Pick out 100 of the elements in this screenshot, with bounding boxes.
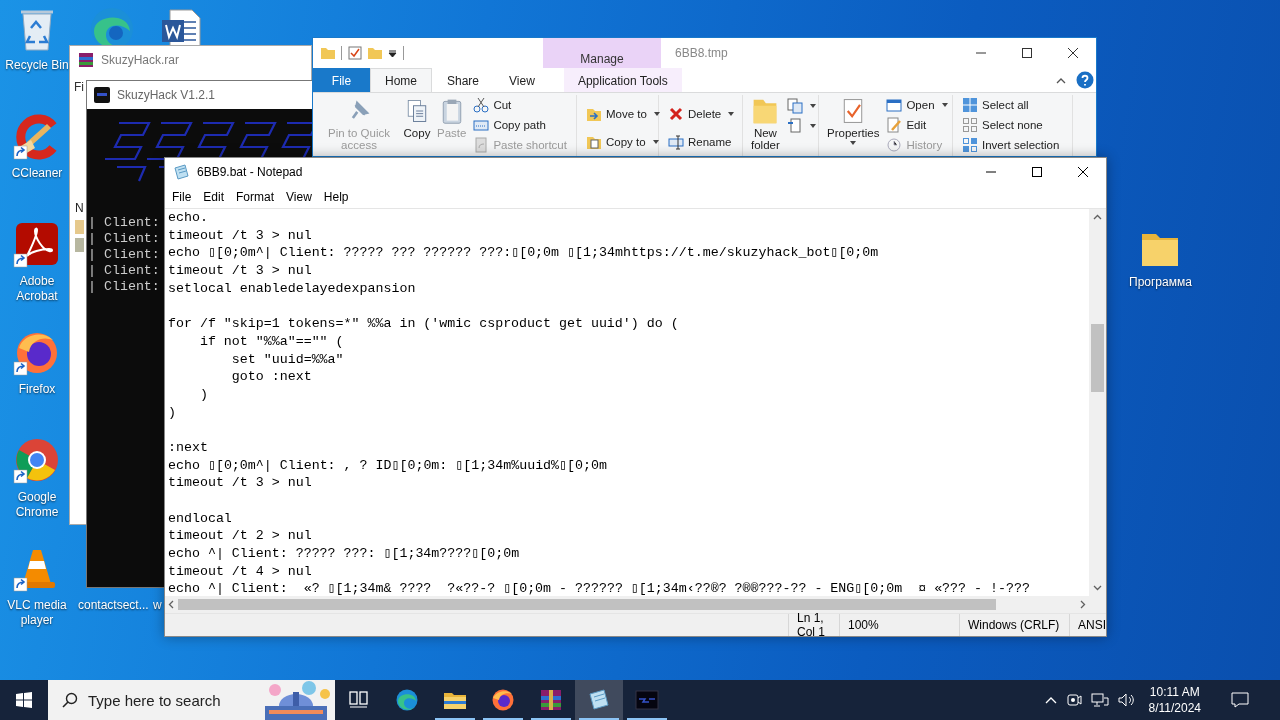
code-line: timeout /t 4 > nul [168,562,312,581]
window-title: SkuzyHack V1.2.1 [117,88,216,102]
documents-icon [786,98,803,114]
volume-icon[interactable] [1117,692,1136,708]
icon-label: Adobe Acrobat [15,274,59,304]
code-line: for /f "skip=1 tokens=*" %%a in ('wmic csproduct get uuid') do ( [168,315,679,333]
edit-icon [886,117,903,133]
menu-item[interactable]: Edit [197,190,231,204]
code-line: timeout /t 2 > nul [168,527,312,546]
code-line: :next [168,438,208,457]
icon-label: VLC media player [6,598,68,628]
icon-label: CCleaner [10,166,64,181]
history-icon [886,137,903,153]
checklist-icon[interactable] [348,46,362,60]
code-line: goto :next [230,368,312,386]
help-icon[interactable] [1076,71,1094,89]
open-icon [886,97,903,113]
document-icon [786,118,803,134]
status-text: Windows (CRLF) [959,614,1069,636]
console-icon [94,87,110,103]
icon-label: w [153,598,162,612]
notifications-icon [1231,692,1249,708]
code-line: echo. [168,209,208,227]
window-title: 6BB8.tmp [675,46,728,60]
taskbar-button[interactable] [575,680,623,720]
code-line: echo ▯[0;0m^| Client: , ? ID▯[0;0m: ▯[1;34m%uuid%▯[0;0m [168,456,607,475]
ribbon-tab[interactable]: View [494,68,550,92]
code-line: timeout /t 3 > nul [168,262,312,280]
code-line: echo ▯[0;0m^| Client: ????? ??? ?????? ???:▯[0;0m ▯[1;34mhttps://t.me/skuzyhack_bot▯[0;0m [168,244,879,263]
select-none-icon [962,117,978,133]
path-icon [473,117,490,133]
menu-item[interactable]: Fi [74,80,84,94]
menu-item[interactable]: File [166,190,198,204]
chrome-icon[interactable] [13,436,61,484]
code-line: endlocal [168,509,232,528]
ribbon-button[interactable]: Delete [665,100,738,128]
maximize-icon[interactable] [1031,166,1043,178]
ribbon-button[interactable]: Select all [959,95,1063,115]
ribbon-button[interactable]: Open [883,95,951,115]
ribbon-button[interactable]: Copy path [470,115,570,135]
ribbon-button[interactable]: Edit [883,115,951,135]
scrollbar-thumb[interactable] [178,599,996,610]
code-line: setlocal enabledelayedexpansion [168,279,416,298]
clock-time[interactable]: 10:11 AM [1149,684,1200,700]
clock-date[interactable]: 8/11/2024 [1148,700,1201,716]
menu-item[interactable]: Help [317,190,355,204]
scrollbar-thumb[interactable] [1091,324,1104,392]
rename-icon [668,134,684,150]
status-text: Ln 1, Col 1 [788,614,839,636]
ribbon-button[interactable]: Invert selection [959,135,1063,155]
move-folder-icon [586,106,602,122]
file-icon [75,238,84,252]
camera-icon[interactable] [1065,692,1082,708]
notepad-icon [587,688,611,712]
search-icon [62,692,78,708]
select-all-icon [962,97,978,113]
invert-selection-icon [962,137,978,153]
ribbon-tab[interactable]: Home [370,68,432,92]
archive-icon [539,688,563,712]
ribbon-tab[interactable]: Share [432,68,495,92]
window-title: 6BB9.bat - Notepad [197,165,303,179]
archive-icon [78,51,94,68]
chevron-up-icon[interactable] [1056,76,1066,84]
menu-item[interactable]: View [280,190,318,204]
shortcut-icon [473,137,490,153]
ribbon-tab[interactable]: File [313,68,370,92]
console-line: | Client: [88,279,160,295]
code-line: echo ^| Client: «? ▯[1;34m& ???? ?«??-? ▯[0;0m - ?????? ▯[1;34m‹??®? ?®®???-?? - ENG▯[0;0m ¤ «??? - !-??? [168,580,1030,596]
icon-label: Google Chrome [14,490,60,520]
ribbon-button[interactable]: Move to [583,100,663,128]
search-field[interactable]: Type here to search [78,680,257,720]
context-tab-label: Manage [580,52,624,66]
close-icon[interactable] [1067,47,1079,59]
menu-item[interactable]: Format [230,190,281,204]
console-line: | Client: [88,263,160,279]
console-line: | Client: [88,215,160,231]
dropdown-icon[interactable] [388,48,397,58]
network-icon[interactable] [1090,692,1109,708]
ribbon-button[interactable]: Copy to [583,128,663,156]
notepad-icon [173,164,189,180]
icon-label: Recycle Bin [4,58,70,73]
ribbon-tab[interactable]: Application Tools [563,68,682,92]
windows-logo-icon [16,692,32,708]
column-header[interactable]: N [75,201,84,215]
ribbon-button[interactable]: Cut [470,95,570,115]
icon-label: Программа [1129,275,1192,289]
code-line: timeout /t 3 > nul [168,474,312,492]
maximize-icon[interactable] [1021,47,1033,59]
status-text: 100% [839,614,959,636]
ribbon-button[interactable]: Select none [959,115,1063,135]
console-icon [635,688,659,712]
close-icon[interactable] [1077,166,1089,178]
ribbon-button[interactable]: Rename [665,128,738,156]
firefox-icon [491,688,515,712]
code-line: set "uuid=%%a" [230,350,344,369]
code-line: ) [198,385,208,404]
console-line: | Client: [88,231,160,247]
window-title: SkuzyHack.rar [101,52,180,67]
code-line: if not "%%a"=="" ( [198,332,344,351]
acrobat-icon[interactable] [13,220,61,268]
